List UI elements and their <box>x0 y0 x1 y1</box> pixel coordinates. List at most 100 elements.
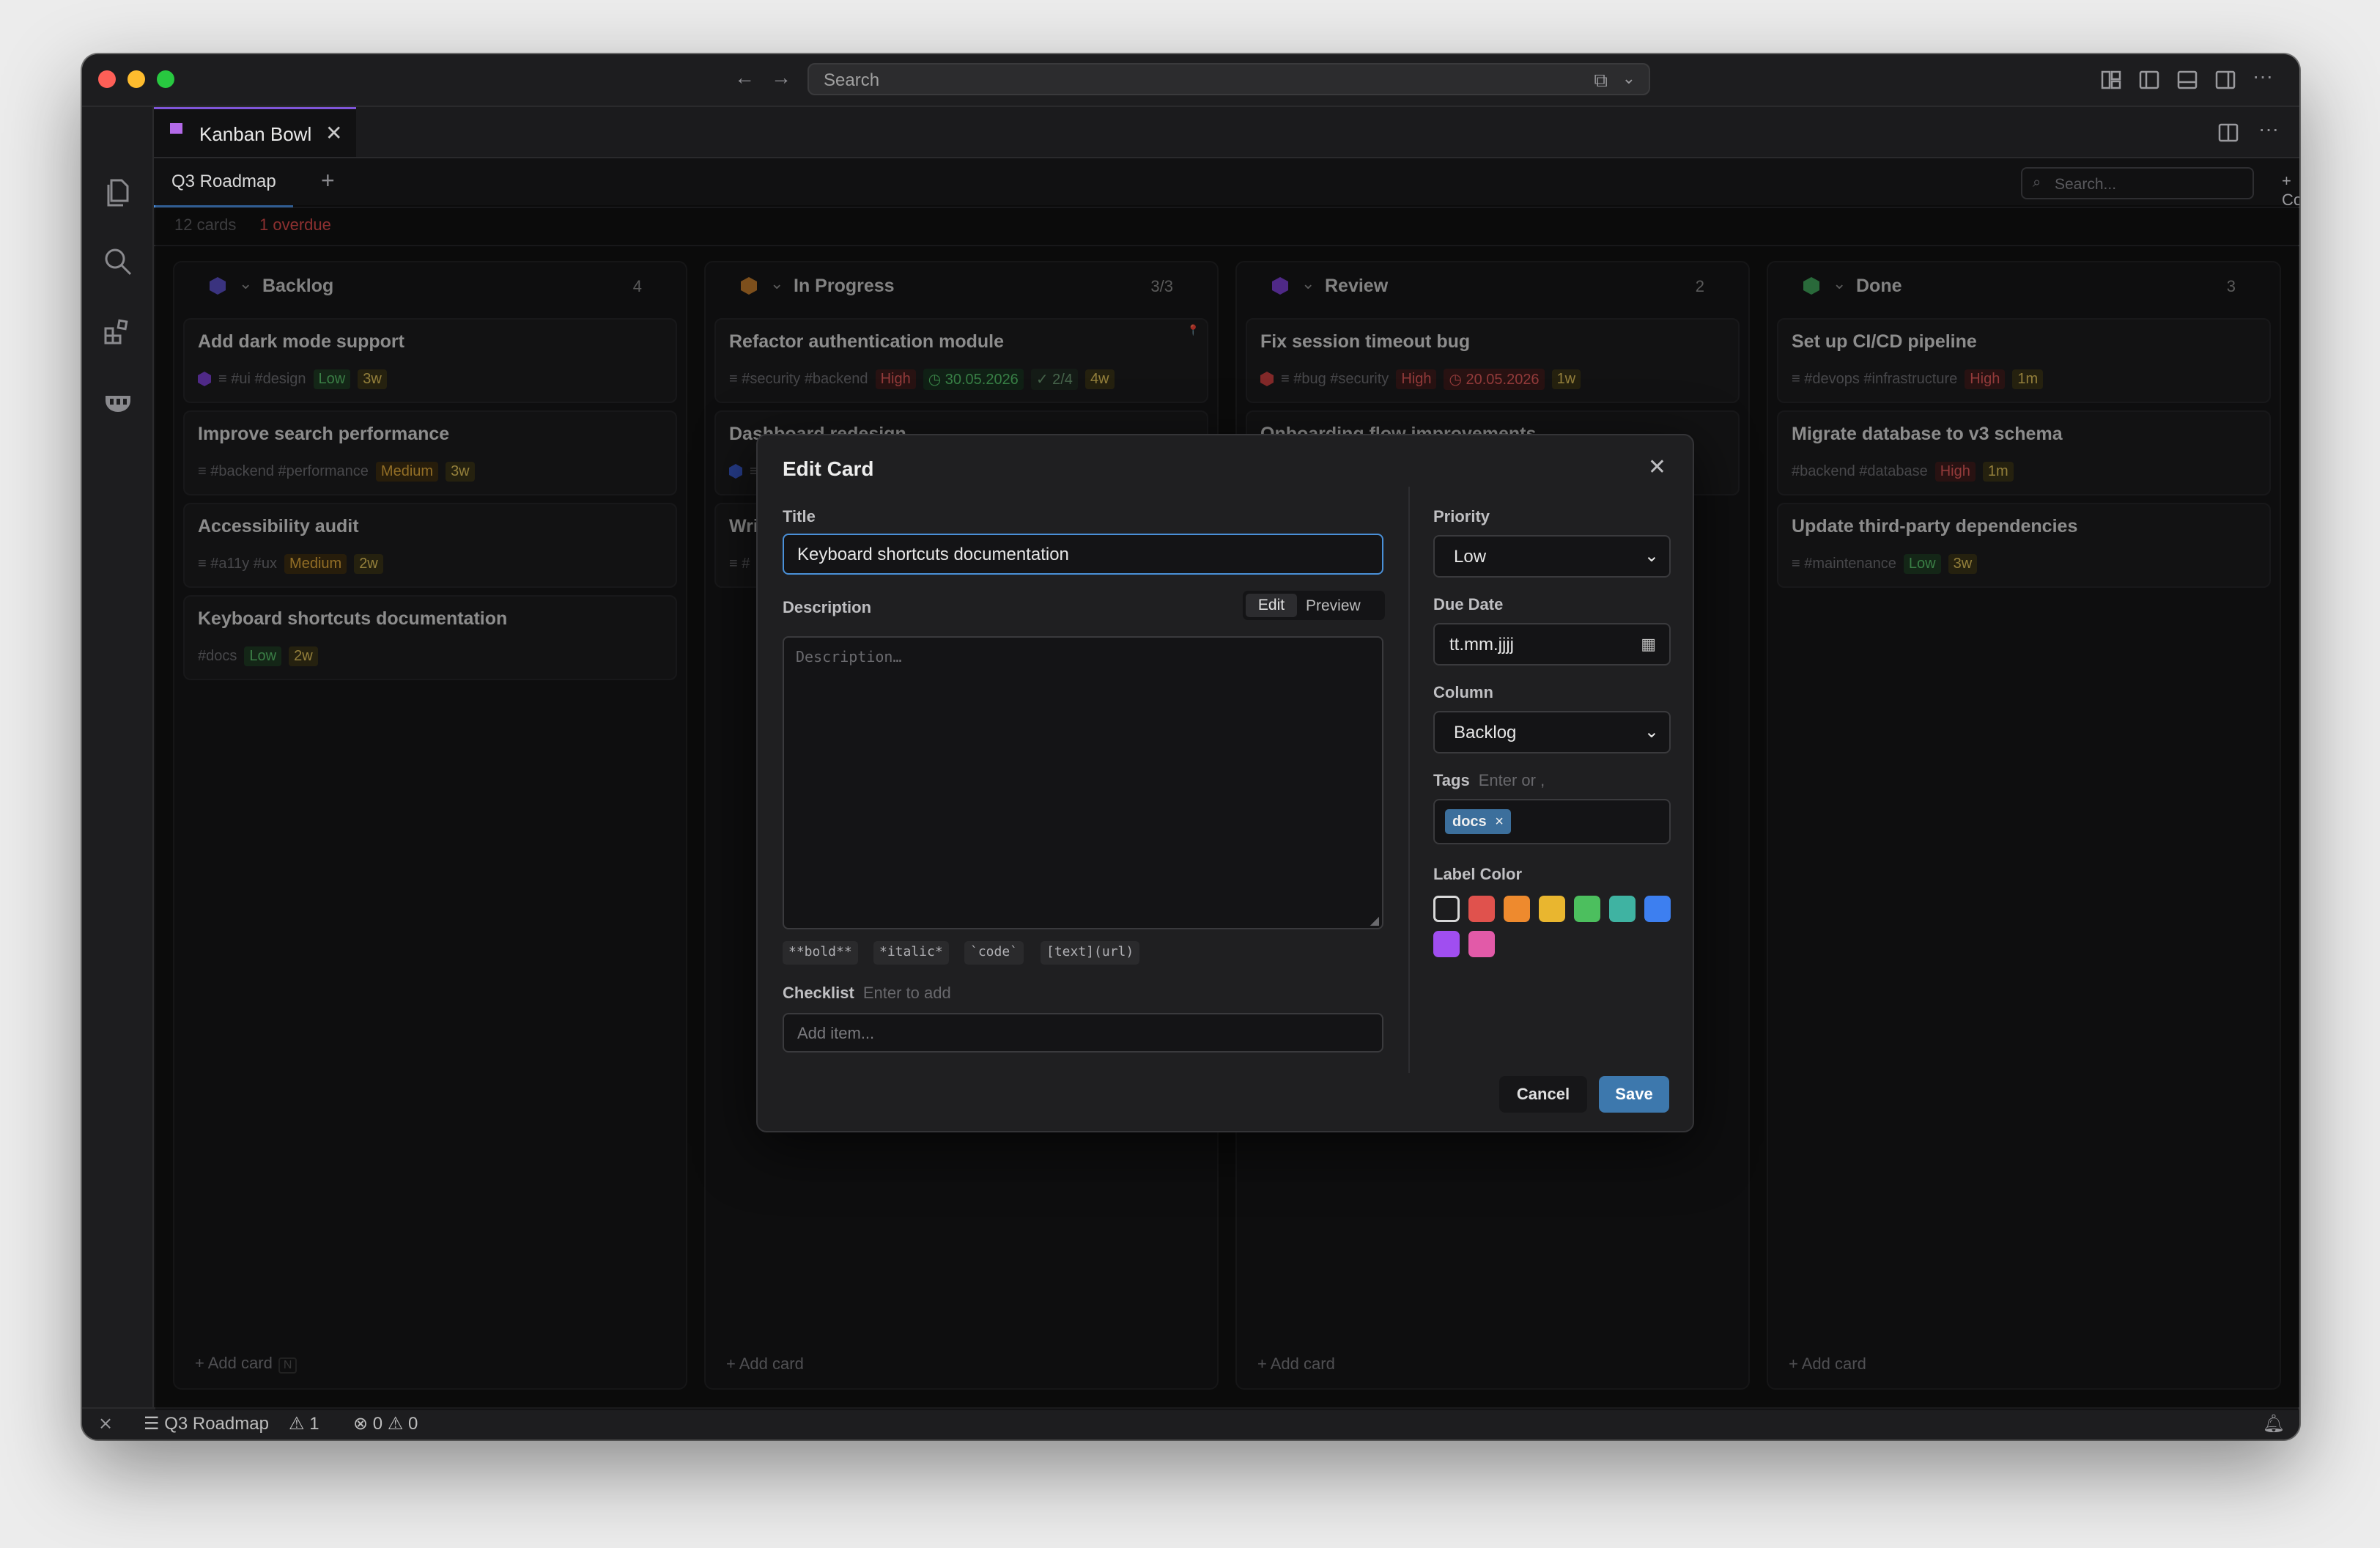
checklist-icon: ☰ <box>144 1414 160 1434</box>
warning-icon: ⚠ <box>387 1414 404 1434</box>
toggle-primary-sidebar-icon[interactable] <box>2138 69 2160 91</box>
board-tab-label: Q3 Roadmap <box>171 172 276 191</box>
minimize-window-button[interactable] <box>128 70 145 88</box>
priority-select[interactable]: Low ⌄ <box>1433 535 1671 578</box>
label-color-swatch[interactable] <box>1504 896 1530 922</box>
chevron-down-icon: ⌄ <box>1644 722 1659 742</box>
label-color-swatch[interactable] <box>1609 896 1636 922</box>
toggle-panel-icon[interactable] <box>2176 69 2198 91</box>
label-color-swatch[interactable] <box>1468 931 1495 957</box>
tab-label: Kanban Bowl <box>199 123 312 145</box>
remote-icon[interactable]: ⨯ <box>98 1413 113 1434</box>
titlebar: ← → Search ⧉ ⌄ ··· <box>82 54 2299 107</box>
explorer-files-icon[interactable] <box>101 176 135 210</box>
due-date-label: Due Date <box>1433 595 1504 613</box>
format-hint-italic: *italic* <box>873 941 949 965</box>
edit-tab-button[interactable]: Edit <box>1246 594 1297 617</box>
chevron-down-icon[interactable]: ⌄ <box>1622 69 1636 88</box>
status-warnings-count: 1 <box>309 1414 319 1434</box>
status-board-item[interactable]: ☰ Q3 Roadmap <box>144 1413 269 1434</box>
label-color-swatch[interactable] <box>1468 896 1495 922</box>
checklist-placeholder: Add item... <box>797 1024 875 1042</box>
copilot-chat-icon[interactable]: ⧉ <box>1594 69 1608 92</box>
layout-customize-icon[interactable] <box>2100 69 2122 91</box>
tag-chip-label: docs <box>1452 814 1487 830</box>
checklist-hint: Enter to add <box>862 984 951 1002</box>
label-color-swatch[interactable] <box>1433 931 1460 957</box>
checklist-label-text: Checklist <box>783 984 854 1002</box>
tags-label: Tags Enter or , <box>1433 771 1545 790</box>
close-window-button[interactable] <box>98 70 116 88</box>
description-mode-toggle: Edit Preview <box>1243 591 1385 620</box>
title-input[interactable]: Keyboard shortcuts documentation <box>783 534 1383 575</box>
close-tab-icon[interactable]: ✕ <box>325 121 342 145</box>
checklist-add-input[interactable]: Add item... <box>783 1013 1383 1053</box>
tag-chip-docs: docs × <box>1445 809 1511 834</box>
board-search-placeholder: Search... <box>2055 176 2117 193</box>
board-search-input[interactable]: ⌕ Search... <box>2021 167 2254 199</box>
title-label: Title <box>783 507 816 526</box>
tags-label-text: Tags <box>1433 771 1470 789</box>
cancel-button[interactable]: Cancel <box>1499 1076 1587 1113</box>
board-tab-q3-roadmap[interactable]: Q3 Roadmap <box>154 158 293 207</box>
checklist-label: Checklist Enter to add <box>783 984 951 1003</box>
editor-tab-bar: ▀ Kanban Bowl ✕ ··· <box>154 107 2299 158</box>
status-warnings2-count: 0 <box>408 1414 418 1434</box>
label-color-swatch[interactable] <box>1644 896 1671 922</box>
due-date-input[interactable]: tt.mm.jjjj ▦ <box>1433 623 1671 666</box>
edit-card-modal: Edit Card ✕ Title Keyboard shortcuts doc… <box>756 434 1694 1132</box>
forward-arrow-icon[interactable]: → <box>771 67 791 88</box>
tab-kanban-bowl[interactable]: ▀ Kanban Bowl ✕ <box>154 107 356 157</box>
back-arrow-icon[interactable]: ← <box>734 67 755 88</box>
save-button[interactable]: Save <box>1599 1076 1669 1113</box>
due-date-value: tt.mm.jjjj <box>1449 635 1514 655</box>
global-search-bar[interactable]: Search ⧉ ⌄ <box>808 63 1650 95</box>
format-hint-link: [text](url) <box>1041 941 1140 965</box>
kanban-bowl-icon[interactable] <box>101 386 135 419</box>
status-errors-count: 0 <box>372 1414 383 1434</box>
description-placeholder: Description… <box>796 648 902 666</box>
preview-tab-button[interactable]: Preview <box>1306 597 1361 615</box>
tags-input[interactable]: docs × <box>1433 799 1671 844</box>
status-board-name: Q3 Roadmap <box>164 1414 269 1434</box>
format-hint-bold: **bold** <box>783 941 858 965</box>
search-icon[interactable] <box>101 245 135 279</box>
format-hint-code: `code` <box>964 941 1024 965</box>
warning-icon: ⚠ <box>289 1414 305 1434</box>
error-icon: ⊗ <box>353 1414 369 1434</box>
notifications-bell-icon[interactable]: 🔔︎ <box>2263 1413 2285 1434</box>
column-value: Backlog <box>1454 723 1517 742</box>
column-select[interactable]: Backlog ⌄ <box>1433 711 1671 753</box>
modal-title: Edit Card <box>783 457 874 480</box>
activity-bar <box>82 107 154 1434</box>
maximize-window-button[interactable] <box>157 70 174 88</box>
label-color-label: Label Color <box>1433 865 1523 883</box>
extensions-icon[interactable] <box>101 315 135 349</box>
status-problems-item[interactable]: ⊗ 0 ⚠ 0 <box>353 1413 418 1434</box>
resize-handle-icon[interactable]: ◢ <box>1370 913 1379 928</box>
remove-tag-icon[interactable]: × <box>1495 814 1504 830</box>
priority-value: Low <box>1454 547 1487 567</box>
priority-label: Priority <box>1433 507 1490 526</box>
close-modal-icon[interactable]: ✕ <box>1648 454 1666 480</box>
add-board-button[interactable]: + <box>321 167 335 194</box>
column-label: Column <box>1433 683 1493 701</box>
add-column-button[interactable]: + Column <box>2282 172 2299 210</box>
tags-hint: Enter or , <box>1478 771 1545 789</box>
label-color-swatch[interactable] <box>1539 896 1565 922</box>
editor-more-icon[interactable]: ··· <box>2258 119 2279 139</box>
more-actions-icon[interactable]: ··· <box>2252 66 2273 86</box>
chevron-down-icon: ⌄ <box>1644 546 1659 566</box>
label-color-swatch[interactable] <box>1433 896 1460 922</box>
description-label: Description <box>783 598 872 616</box>
toggle-secondary-sidebar-icon[interactable] <box>2214 69 2236 91</box>
modal-divider <box>1408 487 1410 1073</box>
description-textarea[interactable]: Description… ◢ <box>783 636 1383 929</box>
status-bar: ⨯ ☰ Q3 Roadmap ⚠ 1 ⊗ 0 ⚠ 0 🔔︎ <box>82 1407 2299 1440</box>
label-color-swatch[interactable] <box>1574 896 1600 922</box>
board-search-icon: ⌕ <box>2033 174 2041 191</box>
board-tabs-bar: Q3 Roadmap + ⌕ Search... + Column <box>154 158 2299 210</box>
split-editor-icon[interactable] <box>2217 122 2239 144</box>
calendar-icon[interactable]: ▦ <box>1641 635 1656 654</box>
status-warnings-item[interactable]: ⚠ 1 <box>289 1413 319 1434</box>
